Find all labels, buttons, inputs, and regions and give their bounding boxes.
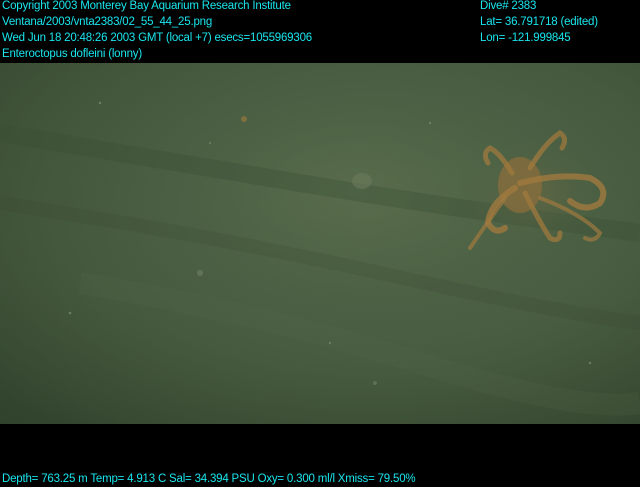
octopus <box>455 130 615 253</box>
file-path-text: Ventana/2003/vnta2383/02_55_44_25.png <box>2 16 213 28</box>
sensor-readout-text: Depth= 763.25 m Temp= 4.913 C Sal= 34.39… <box>2 473 416 485</box>
seafloor-video-frame <box>0 63 640 424</box>
seafloor-scene <box>0 63 640 424</box>
species-text: Enteroctopus dofleini (lonny) <box>2 48 142 60</box>
latitude-text: Lat= 36.791718 (edited) <box>480 16 598 28</box>
rock <box>352 173 372 189</box>
datetime-text: Wed Jun 18 20:48:26 2003 GMT (local +7) … <box>2 32 312 44</box>
small-object <box>241 116 247 122</box>
copyright-text: Copyright 2003 Monterey Bay Aquarium Res… <box>2 0 291 12</box>
longitude-text: Lon= -121.999845 <box>480 32 571 44</box>
dive-number-text: Dive# 2383 <box>480 0 537 12</box>
